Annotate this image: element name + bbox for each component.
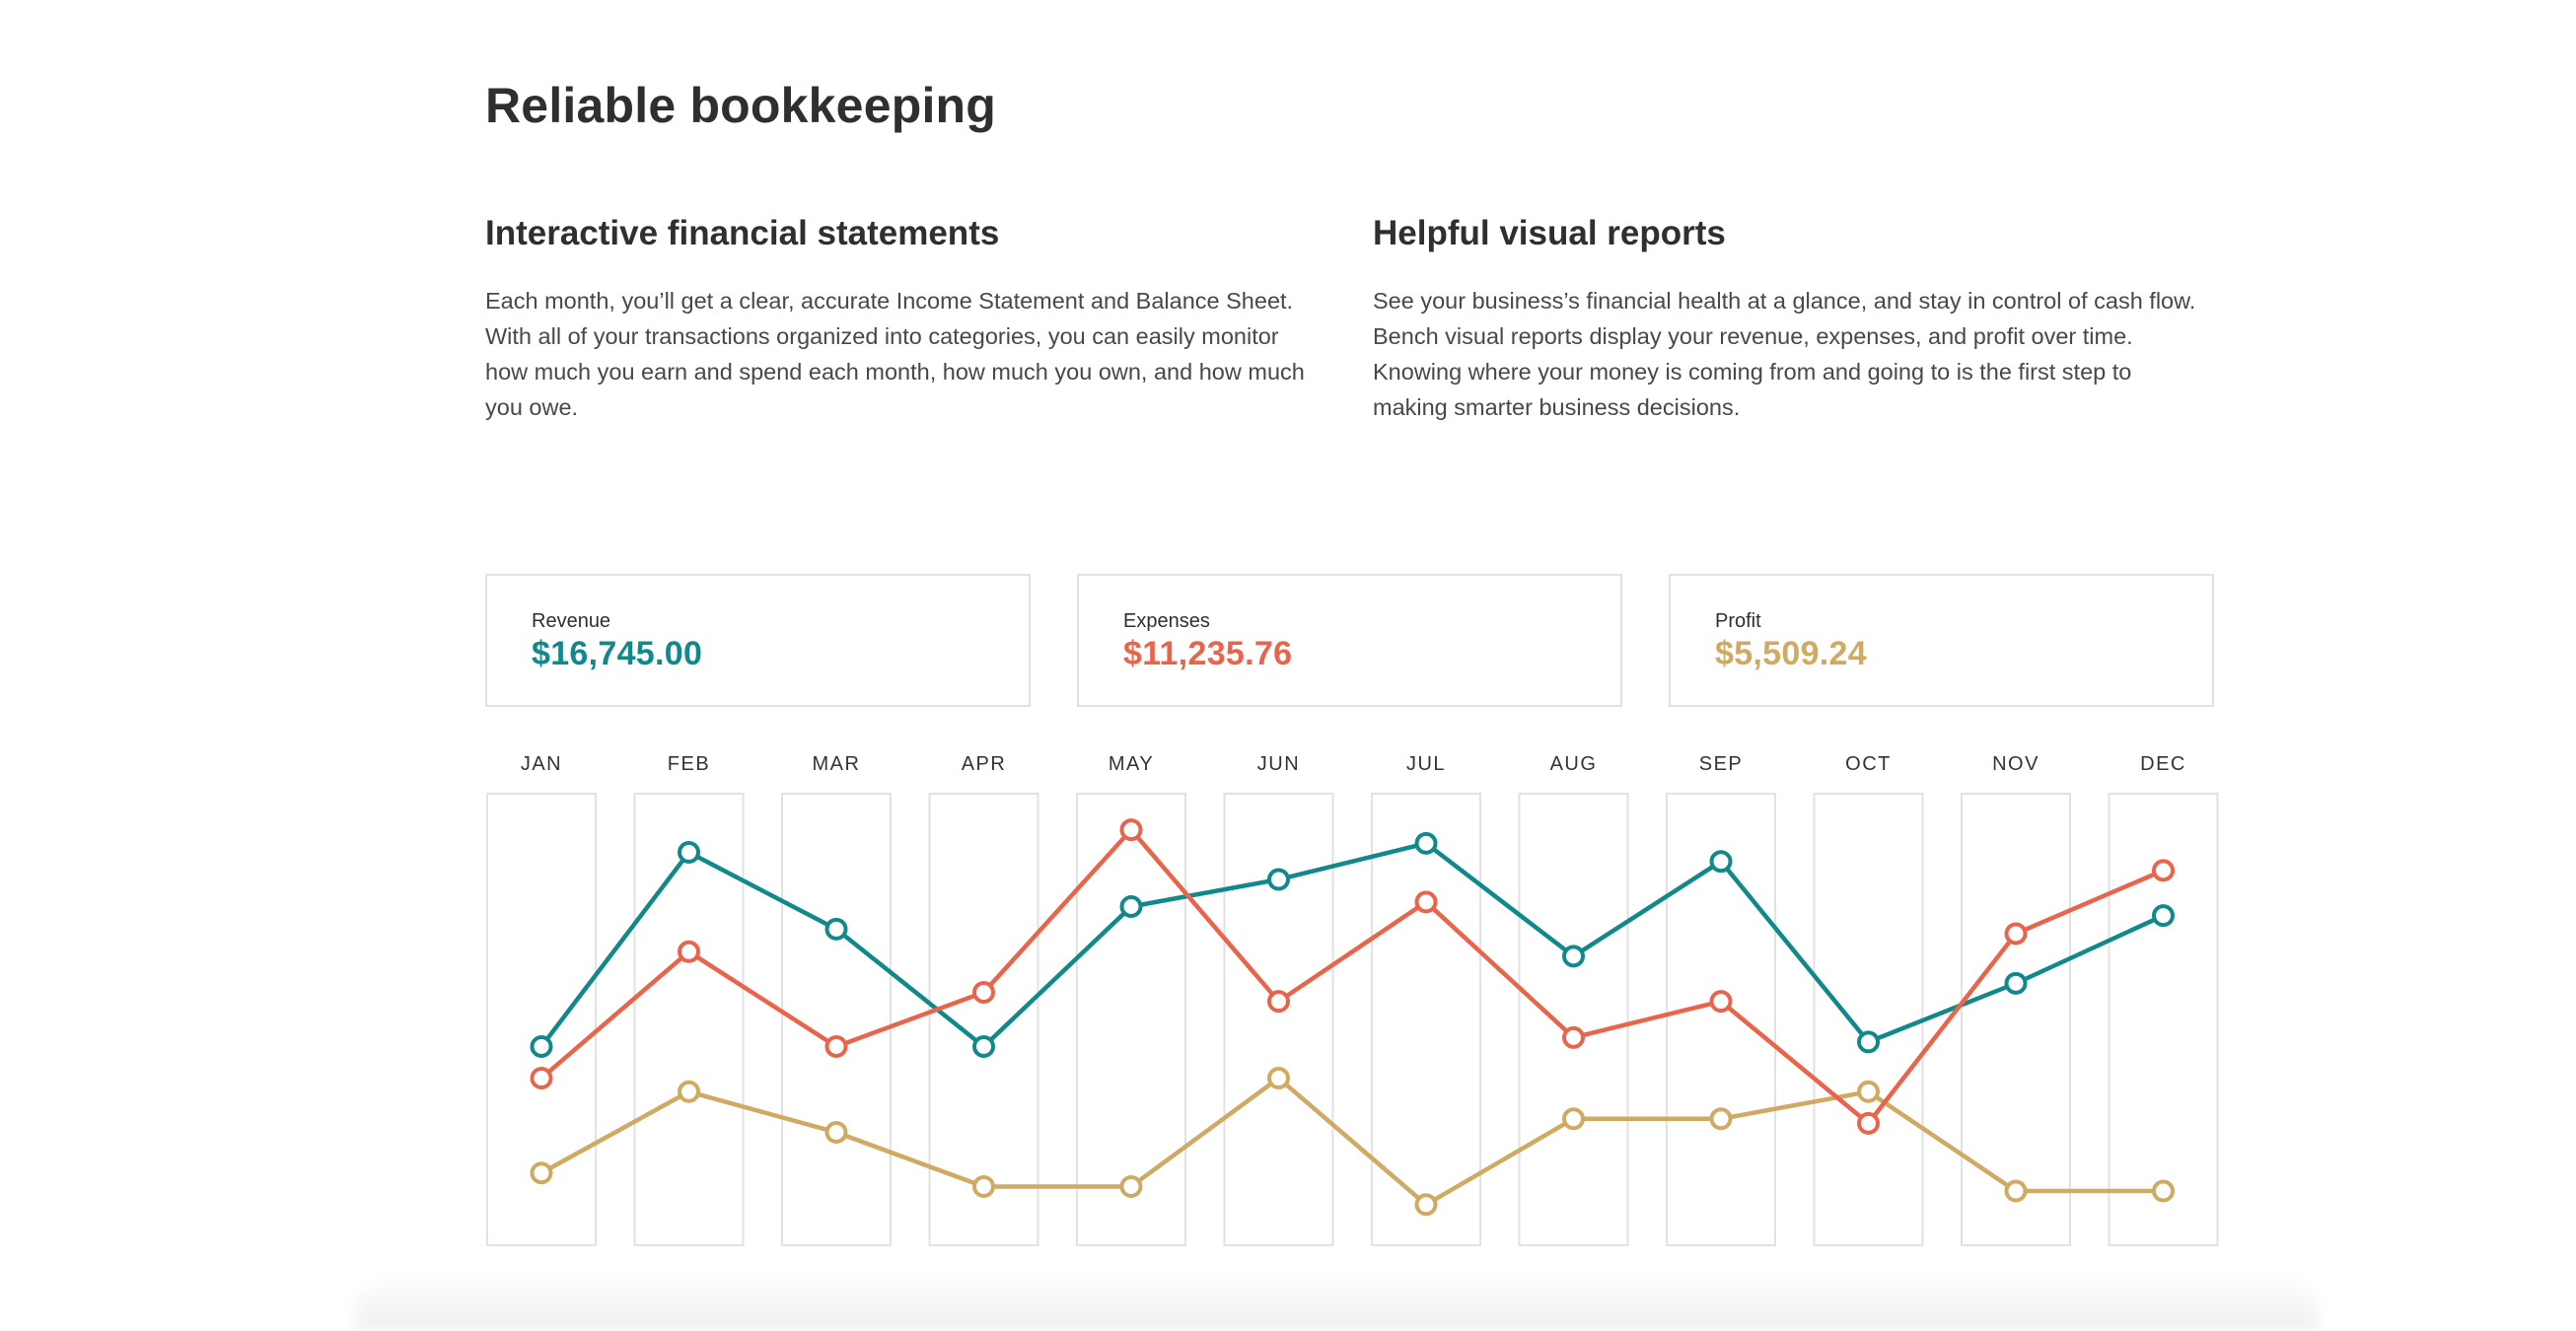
profit-point (2152, 1179, 2175, 1203)
profit-line (538, 1076, 2166, 1208)
month-column (781, 793, 892, 1246)
profit-point (1119, 1174, 1143, 1198)
revenue-point (530, 1034, 553, 1058)
revenue-point (1562, 945, 1585, 968)
month-label: MAR (813, 753, 861, 775)
month-column (1518, 793, 1629, 1246)
month-label: OCT (1845, 753, 1892, 775)
profit-point (2004, 1179, 2028, 1203)
expenses-point (1414, 890, 1438, 914)
series-lines (538, 827, 2166, 1208)
month-label: NOV (1992, 753, 2039, 775)
revenue-point (1267, 868, 1290, 891)
profit-point (678, 1080, 700, 1103)
month-label: JUL (1406, 753, 1446, 775)
revenue-point (2152, 904, 2175, 928)
expenses-point (1857, 1111, 1880, 1135)
expenses-point (824, 1034, 848, 1058)
month-column (1813, 793, 1924, 1246)
month-label: MAY (1109, 753, 1154, 775)
month-label: SEP (1699, 753, 1744, 775)
month-label: APR (962, 753, 1007, 775)
profit-point (530, 1161, 553, 1185)
month-label: JUN (1257, 753, 1300, 775)
profit-point (972, 1174, 995, 1198)
revenue-point (1119, 895, 1143, 918)
month-column (1961, 793, 2071, 1246)
revenue-point (824, 917, 848, 941)
month-label: JAN (521, 753, 562, 775)
expenses-point (1562, 1025, 1585, 1049)
month-labels: JAN FEB MAR APR MAY JUN JUL AUG SEP OCT NOV DEC (521, 753, 2186, 775)
section-shadow (355, 1274, 2318, 1331)
revenue-point (972, 1034, 995, 1058)
monthly-line-chart: JAN FEB MAR APR MAY JUN JUL AUG SEP OCT NOV DEC (486, 753, 2219, 1246)
revenue-line (538, 841, 2166, 1049)
expenses-point (678, 940, 700, 963)
profit-point (1414, 1193, 1438, 1217)
month-column (1371, 793, 1481, 1246)
expenses-point (2004, 922, 2028, 946)
expenses-point (530, 1067, 553, 1090)
expenses-point (1709, 990, 1733, 1014)
page: Reliable bookkeeping Interactive financi… (0, 0, 2576, 1331)
revenue-point (1857, 1030, 1880, 1054)
expenses-point (1119, 818, 1143, 842)
expenses-point (1267, 990, 1290, 1014)
expenses-line (538, 827, 2166, 1126)
month-label: FEB (668, 753, 710, 775)
profit-point (1267, 1067, 1290, 1090)
profit-point (1709, 1107, 1733, 1131)
month-column (1223, 793, 1334, 1246)
profit-point (1562, 1107, 1585, 1131)
revenue-point (678, 841, 700, 865)
profit-point (824, 1121, 848, 1144)
profit-point (1857, 1080, 1880, 1103)
month-label: DEC (2140, 753, 2186, 775)
revenue-point (2004, 971, 2028, 995)
expenses-point (2152, 859, 2175, 882)
revenue-point (1709, 850, 1733, 874)
expenses-point (972, 981, 995, 1005)
month-label: AUG (1550, 753, 1598, 775)
revenue-point (1414, 831, 1438, 855)
